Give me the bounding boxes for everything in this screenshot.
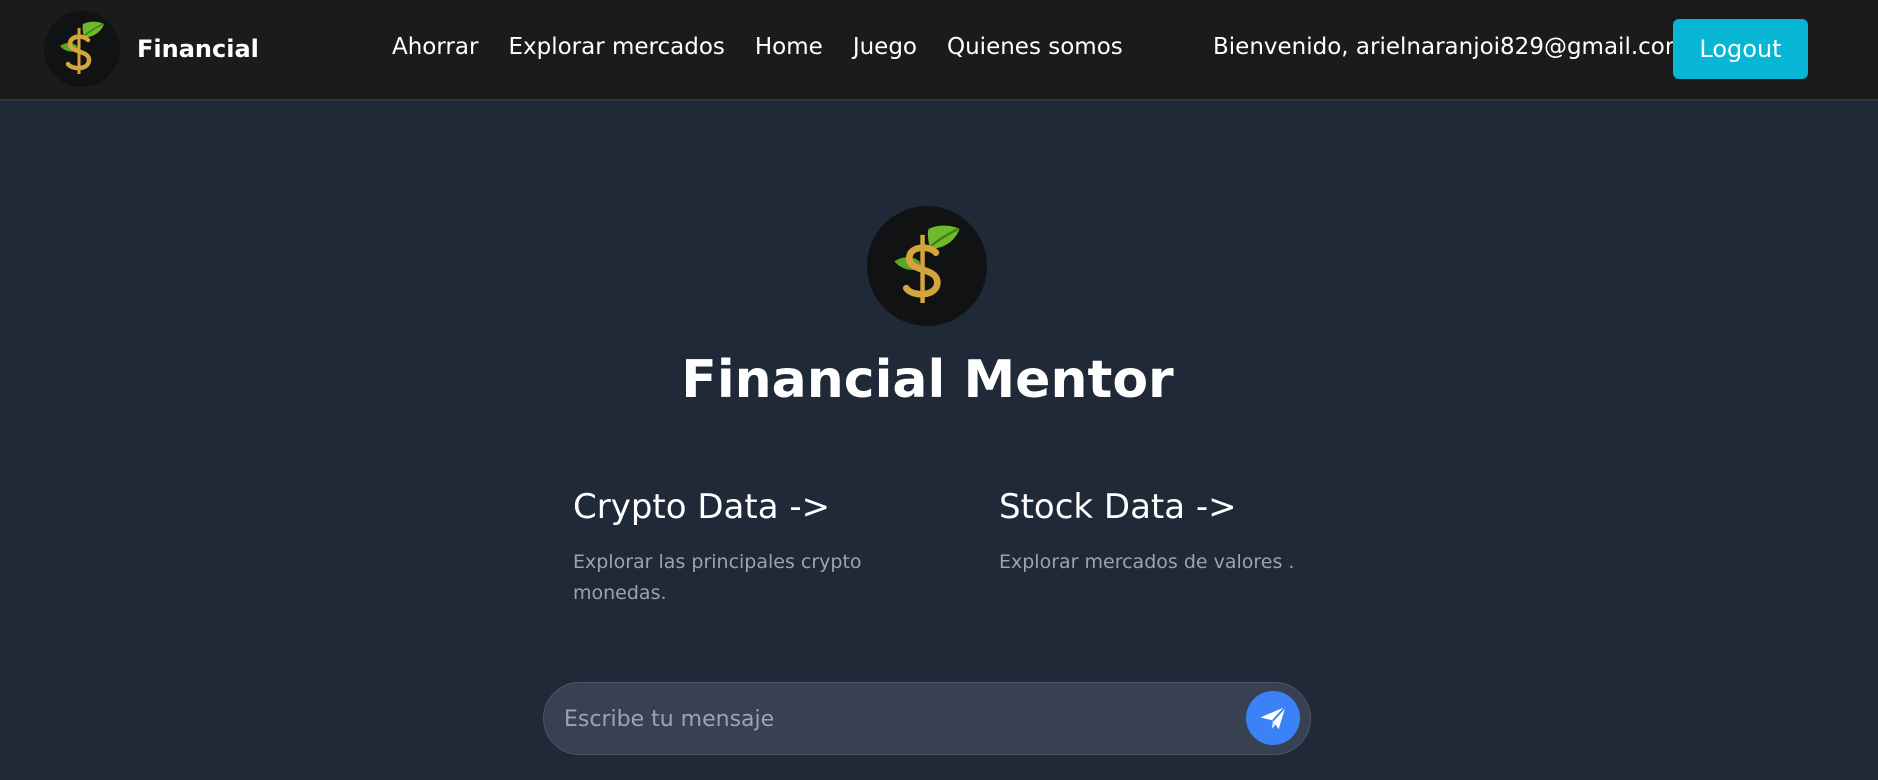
nav-links: Ahorrar Explorar mercados Home Juego Qui… <box>392 34 1123 60</box>
brand[interactable]: Financial <box>44 11 259 87</box>
paper-plane-icon <box>1260 706 1287 730</box>
brand-name[interactable]: Financial <box>137 35 259 63</box>
welcome-text: Bienvenido, arielnaranjoi829@gmail.com <box>1213 34 1688 60</box>
crypto-data-link[interactable]: Crypto Data -> <box>573 487 903 527</box>
hero-logo-icon <box>867 206 987 326</box>
brand-logo-icon[interactable] <box>44 11 120 87</box>
nav-link-explorar-mercados[interactable]: Explorar mercados <box>508 34 724 60</box>
nav-link-quienes-somos[interactable]: Quienes somos <box>947 34 1123 60</box>
nav-link-home[interactable]: Home <box>755 34 823 60</box>
stock-data-link[interactable]: Stock Data -> <box>999 487 1329 527</box>
chat-input-bar <box>543 682 1311 756</box>
send-button[interactable] <box>1246 691 1300 745</box>
page-title: Financial Mentor <box>681 350 1174 410</box>
logout-button[interactable]: Logout <box>1673 19 1808 79</box>
crypto-data-card: Crypto Data -> Explorar las principales … <box>573 487 903 609</box>
dollar-leaf-icon <box>60 21 104 74</box>
dollar-leaf-icon <box>894 225 960 303</box>
nav-link-juego[interactable]: Juego <box>853 34 917 60</box>
top-navbar: Financial Ahorrar Explorar mercados Home… <box>0 0 1878 101</box>
stock-data-card: Stock Data -> Explorar mercados de valor… <box>999 487 1329 578</box>
message-input[interactable] <box>562 683 1216 756</box>
nav-link-ahorrar[interactable]: Ahorrar <box>392 34 478 60</box>
crypto-data-description: Explorar las principales crypto monedas. <box>573 551 862 604</box>
stock-data-description: Explorar mercados de valores . <box>999 551 1295 573</box>
